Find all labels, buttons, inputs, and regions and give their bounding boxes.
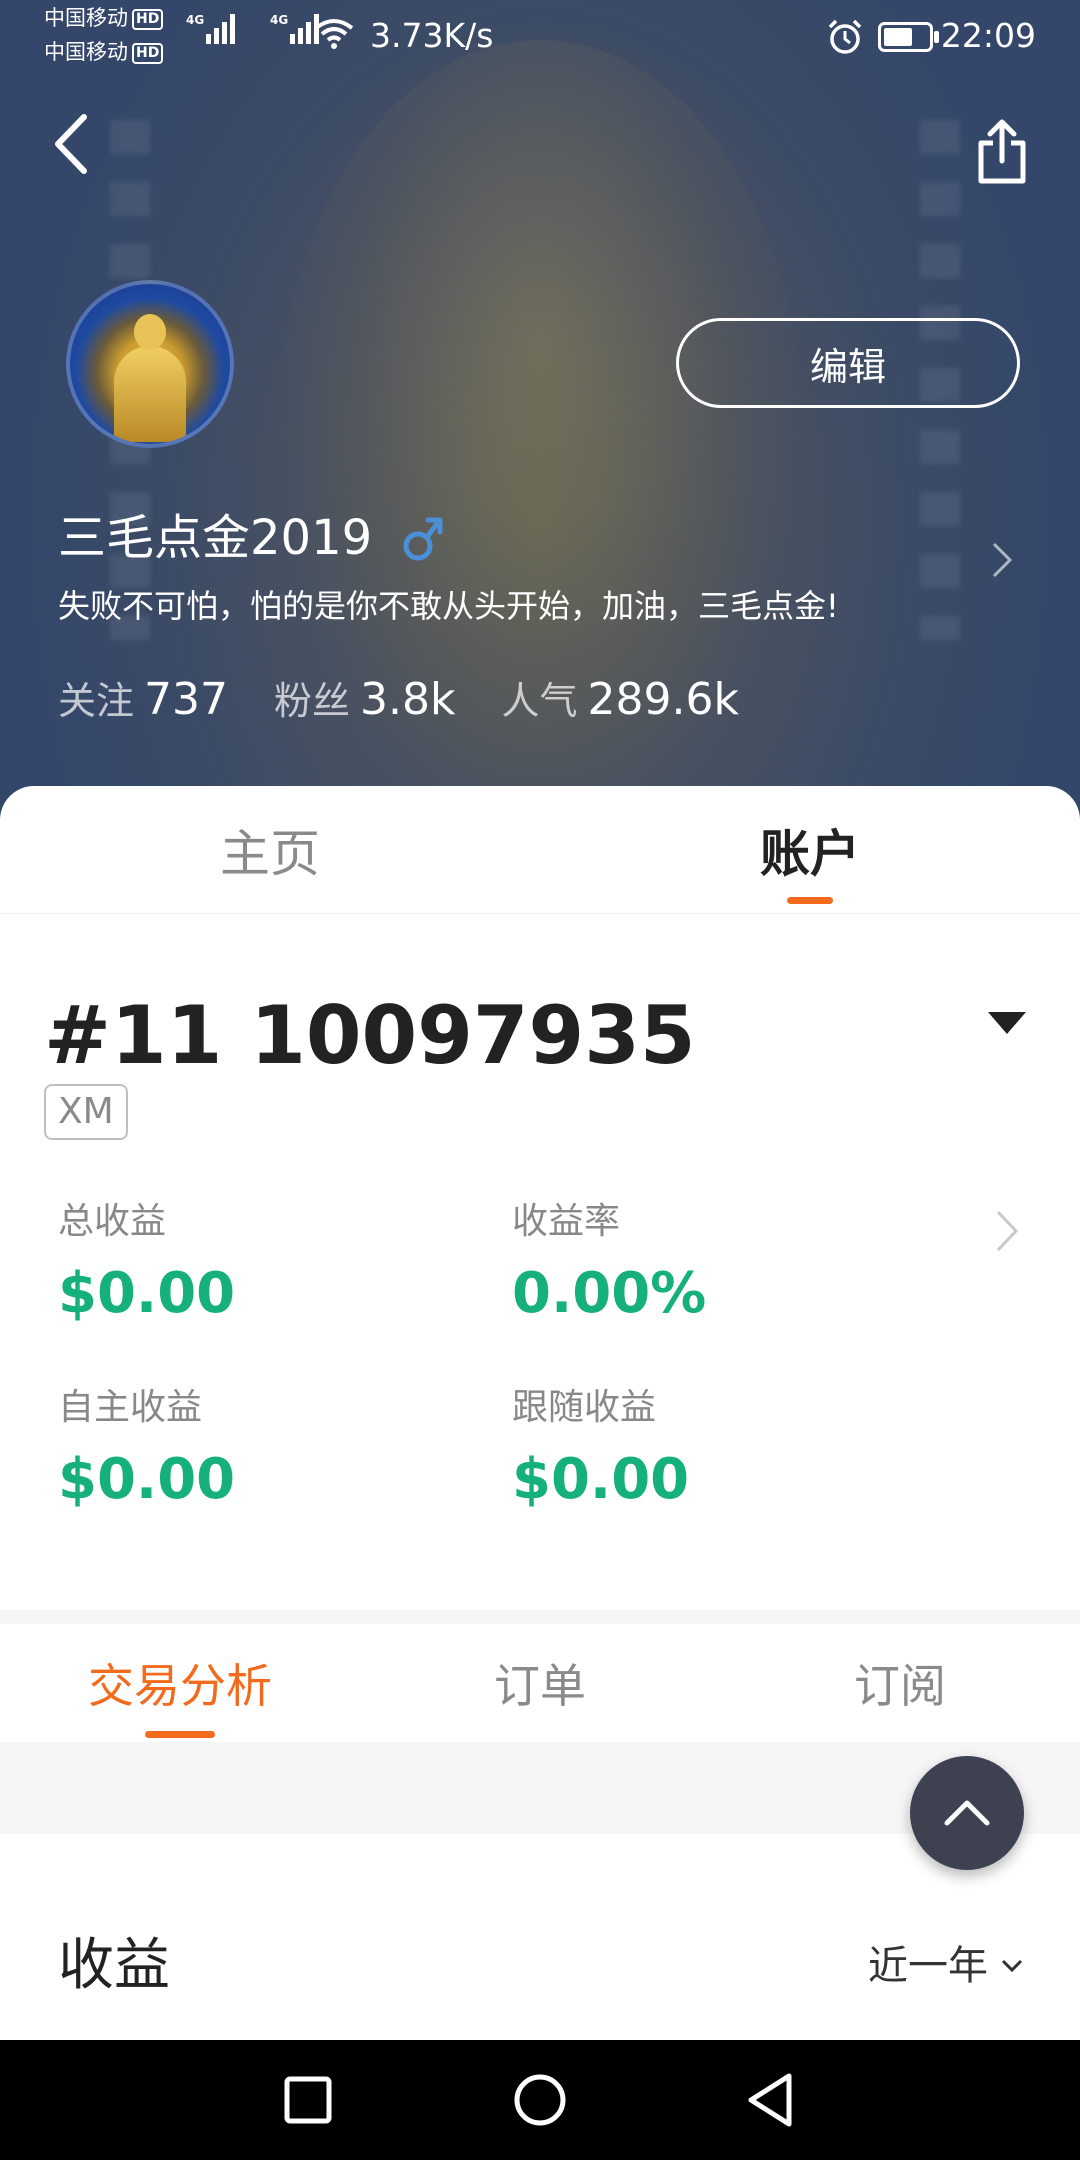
dropdown-triangle-icon[interactable] xyxy=(988,1012,1026,1034)
profile-header: 中国移动 HD 中国移动 HD 4G 4G 3.73K/s 22:09 编辑 三… xyxy=(0,0,1080,830)
tab-subscriptions[interactable]: 订阅 xyxy=(720,1624,1080,1742)
battery-icon xyxy=(878,22,939,52)
recent-apps-icon xyxy=(284,2076,332,2124)
profile-screen: 中国移动 HD 中国移动 HD 4G 4G 3.73K/s 22:09 编辑 三… xyxy=(0,0,1080,2160)
metric-return-rate: 收益率 0.00% xyxy=(512,1201,707,1326)
back-nav-button[interactable] xyxy=(710,2040,830,2160)
analysis-tabs: 交易分析 订单 订阅 xyxy=(0,1624,1080,1742)
edit-profile-button[interactable]: 编辑 xyxy=(676,318,1020,408)
account-number: #11 10097935 xyxy=(44,989,696,1082)
home-button[interactable] xyxy=(480,2040,600,2160)
tab-home[interactable]: 主页 xyxy=(0,786,540,914)
avatar[interactable] xyxy=(66,280,234,448)
metric-follow-profit: 跟随收益 $0.00 xyxy=(512,1387,690,1512)
share-button[interactable] xyxy=(962,112,1042,192)
recent-apps-button[interactable] xyxy=(248,2040,368,2160)
signal-icon: 4G xyxy=(186,14,238,44)
tab-indicator xyxy=(787,897,833,904)
scroll-to-top-button[interactable] xyxy=(910,1756,1024,1870)
network-speed: 3.73K/s xyxy=(370,16,494,55)
back-arrow-icon xyxy=(55,114,87,174)
username-row[interactable]: 三毛点金2019 xyxy=(58,506,446,570)
share-icon xyxy=(978,119,1026,184)
period-select[interactable]: 近一年 xyxy=(868,1940,1024,1992)
stat-followers[interactable]: 粉丝 3.8k xyxy=(274,670,455,725)
tab-orders[interactable]: 订单 xyxy=(360,1624,720,1742)
username: 三毛点金2019 xyxy=(58,510,373,566)
stat-popularity: 人气 289.6k xyxy=(501,674,739,725)
carrier-label: 中国移动 HD xyxy=(44,40,164,65)
alarm-icon xyxy=(828,19,862,54)
back-button[interactable] xyxy=(30,104,110,184)
back-icon xyxy=(748,2073,792,2127)
chevron-down-icon xyxy=(1001,1959,1023,1973)
system-nav-bar xyxy=(0,2040,1080,2160)
tab-trade-analysis[interactable]: 交易分析 xyxy=(0,1624,360,1742)
stat-following[interactable]: 关注 737 xyxy=(58,670,228,725)
carrier-label: 中国移动 HD xyxy=(44,6,164,31)
chevron-right-icon[interactable] xyxy=(990,540,1014,580)
tab-indicator xyxy=(145,1731,215,1738)
home-icon xyxy=(514,2074,566,2126)
account-card: 主页 账户 #11 10097935 XM 总收益 $0.00 收益率 0.00… xyxy=(0,786,1080,2040)
male-gender-icon xyxy=(403,517,443,561)
earnings-section-title: 收益 xyxy=(58,1933,170,1998)
chevron-up-icon xyxy=(944,1800,990,1826)
profile-stats: 关注 737 粉丝 3.8k 人气 289.6k xyxy=(58,670,785,725)
metric-own-profit: 自主收益 $0.00 xyxy=(58,1387,236,1512)
profile-bio: 失败不可怕，怕的是你不敢从头开始，加油，三毛点金! xyxy=(58,587,839,625)
chevron-right-icon[interactable] xyxy=(994,1208,1020,1254)
wifi-icon xyxy=(314,19,354,49)
metric-total-profit: 总收益 $0.00 xyxy=(58,1201,236,1326)
broker-badge: XM xyxy=(44,1084,128,1140)
tab-account[interactable]: 账户 xyxy=(540,786,1080,914)
profile-tabs: 主页 账户 xyxy=(0,786,1080,914)
clock: 22:09 xyxy=(940,16,1036,55)
status-bar: 中国移动 HD 中国移动 HD 4G 4G 3.73K/s 22:09 xyxy=(0,0,1080,76)
section-divider xyxy=(0,1610,1080,1624)
